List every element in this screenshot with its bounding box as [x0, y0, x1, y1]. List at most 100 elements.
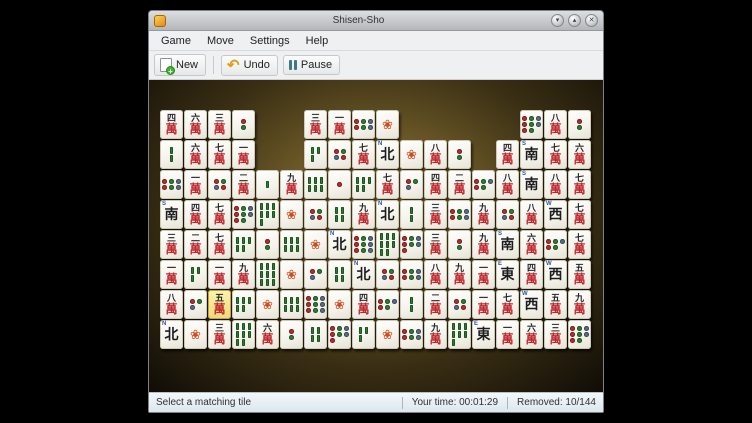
tile-c3[interactable]: 三萬: [544, 320, 567, 349]
tile-c7[interactable]: 七萬: [568, 230, 591, 259]
tile-b1[interactable]: [256, 170, 279, 199]
tile-d4[interactable]: [376, 260, 399, 289]
tile-d4[interactable]: [496, 200, 519, 229]
tile-wN[interactable]: N北: [328, 230, 351, 259]
tile-d9[interactable]: [304, 290, 327, 319]
tile-f[interactable]: ❀: [256, 290, 279, 319]
tile-d3[interactable]: [184, 290, 207, 319]
tile-b5[interactable]: [232, 290, 255, 319]
tile-d9[interactable]: [352, 230, 375, 259]
tile-f[interactable]: ❀: [400, 140, 423, 169]
tile-c3[interactable]: 三萬: [424, 230, 447, 259]
tile-wS[interactable]: S南: [496, 230, 519, 259]
tile-f[interactable]: ❀: [376, 320, 399, 349]
tile-c9[interactable]: 九萬: [472, 200, 495, 229]
tile-c9[interactable]: 九萬: [232, 260, 255, 289]
tile-c4[interactable]: 四萬: [184, 200, 207, 229]
tile-c7[interactable]: 七萬: [208, 230, 231, 259]
tile-c7[interactable]: 七萬: [208, 200, 231, 229]
tile-b2[interactable]: [160, 140, 183, 169]
tile-c8[interactable]: 八萬: [544, 110, 567, 139]
tile-c2[interactable]: 二萬: [448, 170, 471, 199]
pause-button[interactable]: Pause: [283, 55, 340, 75]
tile-c4[interactable]: 四萬: [352, 290, 375, 319]
tile-c8[interactable]: 八萬: [424, 260, 447, 289]
tile-b6[interactable]: [304, 170, 327, 199]
tile-b7[interactable]: [256, 200, 279, 229]
menu-item-move[interactable]: Move: [199, 33, 242, 49]
tile-d8[interactable]: [568, 320, 591, 349]
tile-b5[interactable]: [352, 170, 375, 199]
close-button[interactable]: ✕: [585, 14, 598, 27]
tile-c4[interactable]: 四萬: [496, 140, 519, 169]
tile-wN[interactable]: N北: [160, 320, 183, 349]
undo-button[interactable]: ↶ Undo: [221, 55, 278, 76]
tile-wS[interactable]: S南: [520, 140, 543, 169]
tile-wW[interactable]: W西: [544, 200, 567, 229]
tile-c7[interactable]: 七萬: [496, 290, 519, 319]
tile-c1[interactable]: 一萬: [208, 260, 231, 289]
tile-b3[interactable]: [352, 320, 375, 349]
tile-c7[interactable]: 七萬: [544, 140, 567, 169]
tile-c6[interactable]: 六萬: [184, 140, 207, 169]
tile-c7[interactable]: 七萬: [208, 140, 231, 169]
tile-c3[interactable]: 三萬: [304, 110, 327, 139]
tile-c1[interactable]: 一萬: [496, 320, 519, 349]
tile-wN[interactable]: N北: [352, 260, 375, 289]
tile-b8[interactable]: [232, 320, 255, 349]
tile-d2[interactable]: [448, 230, 471, 259]
tile-c8[interactable]: 八萬: [544, 170, 567, 199]
tile-b3[interactable]: [184, 260, 207, 289]
tile-c9[interactable]: 九萬: [472, 230, 495, 259]
tile-c2[interactable]: 二萬: [424, 290, 447, 319]
tile-c4[interactable]: 四萬: [160, 110, 183, 139]
tile-c3[interactable]: 三萬: [208, 110, 231, 139]
tile-d5[interactable]: [376, 290, 399, 319]
tile-c8[interactable]: 八萬: [496, 170, 519, 199]
tile-c9[interactable]: 九萬: [568, 290, 591, 319]
tile-c1[interactable]: 一萬: [328, 110, 351, 139]
tile-c7[interactable]: 七萬: [568, 200, 591, 229]
maximize-button[interactable]: ▴: [568, 14, 581, 27]
tile-d7[interactable]: [400, 230, 423, 259]
tile-f[interactable]: ❀: [280, 260, 303, 289]
tile-d2[interactable]: [232, 110, 255, 139]
tile-b2[interactable]: [400, 290, 423, 319]
tile-b6[interactable]: [280, 290, 303, 319]
tile-c2[interactable]: 二萬: [184, 230, 207, 259]
minimize-button[interactable]: ▾: [551, 14, 564, 27]
tile-d7[interactable]: [328, 320, 351, 349]
tile-d8[interactable]: [232, 200, 255, 229]
tile-c1[interactable]: 一萬: [472, 290, 495, 319]
tile-wN[interactable]: N北: [376, 200, 399, 229]
tile-c3[interactable]: 三萬: [424, 200, 447, 229]
tile-c6[interactable]: 六萬: [256, 320, 279, 349]
tile-c2[interactable]: 二萬: [232, 170, 255, 199]
tile-b9[interactable]: [256, 260, 279, 289]
menu-item-settings[interactable]: Settings: [242, 33, 298, 49]
tile-c9[interactable]: 九萬: [424, 320, 447, 349]
menu-item-help[interactable]: Help: [298, 33, 337, 49]
tile-c4[interactable]: 四萬: [424, 170, 447, 199]
tile-c5[interactable]: 五萬: [568, 260, 591, 289]
tile-b7[interactable]: [448, 320, 471, 349]
tile-c1[interactable]: 一萬: [232, 140, 255, 169]
tile-d6[interactable]: [352, 110, 375, 139]
tile-b2[interactable]: [400, 200, 423, 229]
tile-c3[interactable]: 三萬: [208, 320, 231, 349]
tile-wW[interactable]: W西: [520, 290, 543, 319]
tile-d3[interactable]: [400, 170, 423, 199]
tile-c6[interactable]: 六萬: [568, 140, 591, 169]
tile-c1[interactable]: 一萬: [184, 170, 207, 199]
tile-d4[interactable]: [304, 200, 327, 229]
tile-c5[interactable]: 五萬: [544, 290, 567, 319]
tile-d6[interactable]: [160, 170, 183, 199]
tile-d2[interactable]: [256, 230, 279, 259]
tile-b4[interactable]: [328, 200, 351, 229]
tile-d6[interactable]: [400, 260, 423, 289]
tile-f[interactable]: ❀: [328, 290, 351, 319]
tile-d8[interactable]: [520, 110, 543, 139]
tile-wE[interactable]: E東: [472, 320, 495, 349]
tile-c9[interactable]: 九萬: [352, 200, 375, 229]
tile-b8[interactable]: [376, 230, 399, 259]
